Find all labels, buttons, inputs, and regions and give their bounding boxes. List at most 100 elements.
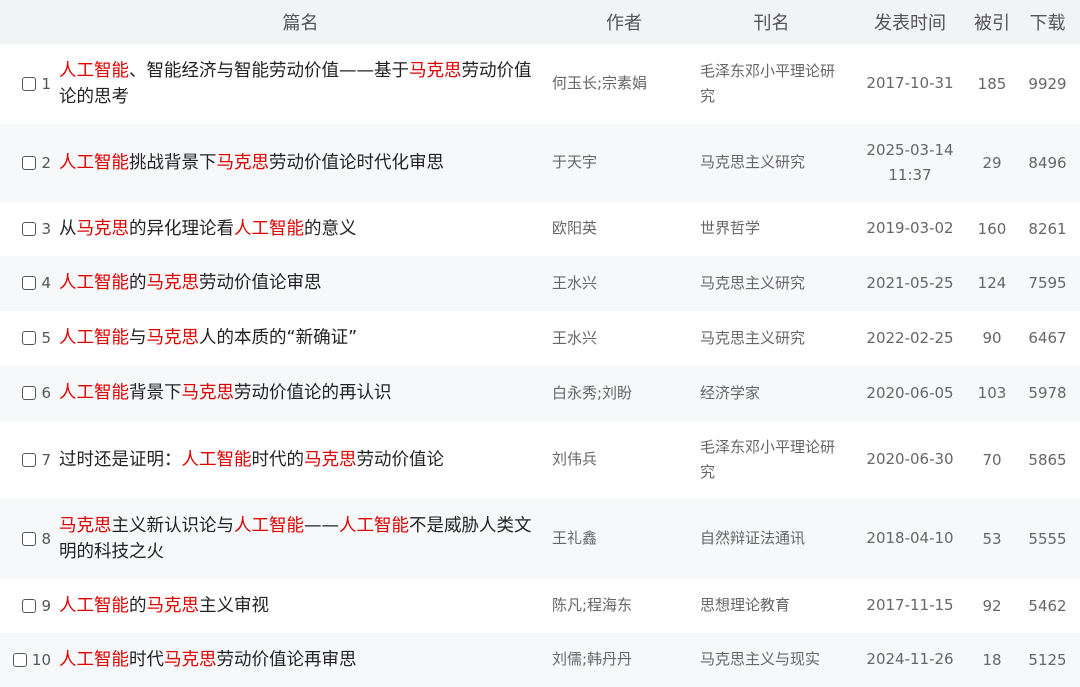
author-cell[interactable]: 于天宇 [548,150,696,175]
journal-cell[interactable]: 世界哲学 [696,216,851,241]
journal-cell[interactable]: 毛泽东邓小平理论研究 [696,435,851,485]
download-count-cell[interactable]: 7595 [1015,274,1080,292]
date-cell: 2017-11-15 [866,596,954,614]
download-count-cell[interactable]: 5125 [1015,651,1080,669]
title-text: 背景下 [129,383,182,403]
cited-count-cell: 18 [982,650,1002,669]
download-count-cell[interactable]: 6467 [1015,329,1080,347]
row-checkbox[interactable] [22,155,37,170]
title-cell: 人工智能的马克思劳动价值论审思 [55,270,548,296]
keyword-highlight: 马克思 [146,328,200,348]
table-row: 8 马克思主义新认识论与人工智能——人工智能不是威胁人类文明的科技之火 王礼鑫 自然辩… [0,499,1080,579]
header-author[interactable]: 作者 [548,9,696,35]
author-cell[interactable]: 王水兴 [548,326,696,351]
date-cell: 2020-06-05 [866,383,954,402]
cited-count-cell: 70 [982,450,1002,469]
journal-cell[interactable]: 马克思主义研究 [696,271,851,296]
keyword-highlight: 马克思 [146,595,200,616]
download-count-cell[interactable]: 5978 [1015,384,1080,402]
title-text: 人的本质的“新确证” [199,328,358,348]
keyword-highlight: 人工智能 [234,515,304,536]
article-title-link[interactable]: 人工智能的马克思劳动价值论审思 [59,273,322,293]
title-text: 劳动价值论再审思 [216,649,357,670]
cited-count-cell: 90 [982,329,1002,347]
article-title-link[interactable]: 过时还是证明：人工智能时代的马克思劳动价值论 [59,450,444,470]
row-number: 6 [41,384,51,402]
journal-cell[interactable]: 马克思主义与现实 [696,647,851,672]
author-cell[interactable]: 刘儒;韩丹丹 [548,647,696,672]
title-text: 劳动价值论审思 [199,273,322,293]
header-date[interactable]: 发表时间 [851,9,969,35]
header-journal[interactable]: 刊名 [696,9,851,35]
journal-cell[interactable]: 思想理论教育 [696,593,851,618]
row-number: 10 [31,650,51,669]
journal-cell[interactable]: 马克思主义研究 [696,150,851,175]
row-number: 2 [41,153,51,172]
keyword-highlight: 人工智能 [59,273,129,293]
journal-cell[interactable]: 毛泽东邓小平理论研究 [696,59,851,109]
row-select-cell: 10 [0,651,55,669]
author-cell[interactable]: 王礼鑫 [548,526,696,551]
search-results-table: 篇名 作者 刊名 发表时间 被引 下载 1 人工智能、智能经济与智能劳动价值——基… [0,0,1080,687]
download-count-cell[interactable]: 9929 [1015,75,1080,93]
row-checkbox[interactable] [22,452,37,467]
author-cell[interactable]: 刘伟兵 [548,447,696,472]
row-checkbox[interactable] [22,221,37,236]
table-row: 10 人工智能时代马克思劳动价值论再审思 刘儒;韩丹丹 马克思主义与现实 2024-11… [0,633,1080,687]
journal-cell[interactable]: 经济学家 [696,381,851,406]
row-select-cell: 2 [0,154,55,172]
article-title-link[interactable]: 人工智能时代马克思劳动价值论再审思 [59,650,357,670]
author-cell[interactable]: 何玉长;宗素娟 [548,71,696,96]
download-count-cell[interactable]: 8261 [1015,220,1080,238]
row-checkbox[interactable] [22,331,37,345]
date-cell: 2018-04-10 [866,529,954,547]
table-row: 2 人工智能挑战背景下马克思劳动价值论时代化审思 于天宇 马克思主义研究 2025-03… [0,124,1080,202]
row-number: 5 [41,329,51,347]
download-count-cell[interactable]: 5555 [1015,530,1080,548]
cited-count-cell: 92 [982,596,1002,615]
row-select-cell: 3 [0,220,55,238]
row-checkbox[interactable] [22,386,37,400]
article-title-link[interactable]: 人工智能背景下马克思劳动价值论的再认识 [59,383,392,403]
row-number: 4 [41,274,51,292]
article-title-link[interactable]: 人工智能挑战背景下马克思劳动价值论时代化审思 [59,153,444,173]
row-checkbox[interactable] [22,276,37,290]
date-cell: 2019-03-02 [866,219,954,237]
keyword-highlight: 人工智能 [59,595,129,616]
keyword-highlight: 人工智能 [59,328,129,348]
keyword-highlight: 人工智能 [59,383,129,403]
title-text: 挑战背景下 [129,152,217,173]
row-checkbox[interactable] [22,531,37,546]
header-downloads[interactable]: 下载 [1015,9,1080,35]
header-cited[interactable]: 被引 [969,9,1015,35]
title-text: 劳动价值论的再认识 [234,383,392,403]
row-checkbox[interactable] [22,76,37,91]
author-cell[interactable]: 欧阳英 [548,216,696,241]
title-cell: 人工智能与马克思人的本质的“新确证” [55,325,548,351]
download-count-cell[interactable]: 5462 [1015,597,1080,615]
table-row: 4 人工智能的马克思劳动价值论审思 王水兴 马克思主义研究 2021-05-25 124 7… [0,256,1080,311]
row-select-cell: 1 [0,75,55,93]
title-text: —— [304,515,339,536]
table-row: 9 人工智能的马克思主义审视 陈凡;程海东 思想理论教育 2017-11-15 92 546… [0,579,1080,633]
title-text: 、智能经济与智能劳动价值——基于 [129,60,409,81]
row-checkbox[interactable] [12,652,27,667]
author-cell[interactable]: 白永秀;刘盼 [548,381,696,406]
cited-count-cell: 185 [977,74,1007,93]
article-title-link[interactable]: 马克思主义新认识论与人工智能——人工智能不是威胁人类文明的科技之火 [59,516,532,562]
title-cell: 马克思主义新认识论与人工智能——人工智能不是威胁人类文明的科技之火 [55,513,548,565]
header-title[interactable]: 篇名 [55,9,548,35]
date-cell: 2025-03-14 11:37 [866,140,954,184]
article-title-link[interactable]: 人工智能、智能经济与智能劳动价值——基于马克思劳动价值论的思考 [59,61,532,107]
date-cell: 2017-10-31 [866,74,954,92]
download-count-cell[interactable]: 8496 [1015,154,1080,172]
author-cell[interactable]: 陈凡;程海东 [548,593,696,618]
journal-cell[interactable]: 自然辩证法通讯 [696,526,851,551]
article-title-link[interactable]: 人工智能与马克思人的本质的“新确证” [59,328,357,348]
row-checkbox[interactable] [22,598,37,613]
journal-cell[interactable]: 马克思主义研究 [696,326,851,351]
download-count-cell[interactable]: 5865 [1015,451,1080,469]
author-cell[interactable]: 王水兴 [548,271,696,296]
article-title-link[interactable]: 从马克思的异化理论看人工智能的意义 [59,219,357,239]
article-title-link[interactable]: 人工智能的马克思主义审视 [59,596,269,616]
